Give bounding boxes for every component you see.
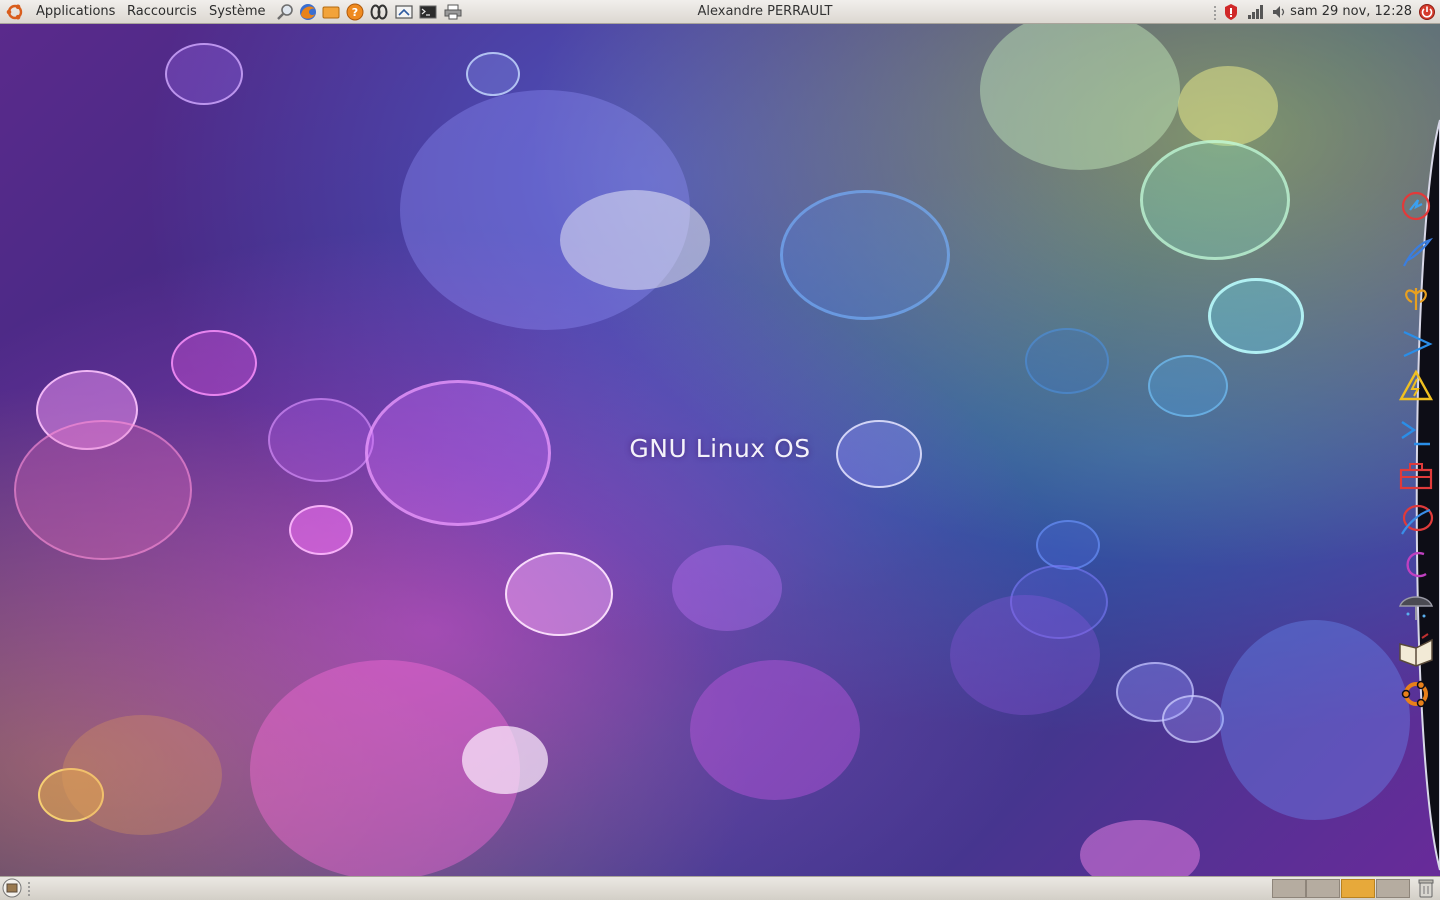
bokeh-circle: [1162, 695, 1224, 743]
terminal-icon[interactable]: [419, 3, 437, 21]
menu-systeme[interactable]: Système: [209, 3, 265, 21]
mail-reader-icon[interactable]: [395, 3, 413, 21]
bokeh-circle: [62, 715, 222, 835]
butterfly-icon[interactable]: [1398, 280, 1434, 316]
bokeh-circle: [560, 190, 710, 290]
user-name: Alexandre PERRAULT: [697, 4, 833, 19]
panel-handle[interactable]: [26, 880, 32, 898]
workspace-4[interactable]: [1376, 879, 1410, 898]
book-icon[interactable]: [1398, 632, 1434, 668]
desktop-caption: GNU Linux OS: [629, 434, 811, 463]
clock[interactable]: sam 29 nov, 12:28: [1290, 3, 1412, 21]
trash-icon[interactable]: [1417, 878, 1435, 898]
menu-applications[interactable]: Applications: [36, 3, 115, 21]
bokeh-circle: [780, 190, 950, 320]
ubuntu-logo-icon[interactable]: [5, 3, 25, 21]
power-button-icon[interactable]: [1418, 3, 1436, 21]
network-icon[interactable]: [1398, 502, 1434, 538]
bokeh-circle: [1178, 66, 1278, 146]
bokeh-circle: [672, 545, 782, 631]
top-panel: Applications Raccourcis Système ? Alexan…: [0, 0, 1440, 24]
show-desktop-icon[interactable]: [2, 878, 22, 898]
bokeh-circle: [690, 660, 860, 800]
play-icon[interactable]: [1398, 326, 1434, 362]
ubuntu-icon[interactable]: [1398, 676, 1434, 712]
desktop-background[interactable]: GNU Linux OS: [0, 0, 1440, 900]
mail-icon[interactable]: [322, 3, 340, 21]
terminal-prompt-icon[interactable]: [1398, 414, 1434, 450]
umbrella-icon[interactable]: [1398, 588, 1434, 624]
workspace-1[interactable]: [1272, 879, 1306, 898]
bokeh-circle: [950, 595, 1100, 715]
bokeh-circle: [1208, 278, 1304, 354]
bokeh-circle: [1148, 355, 1228, 417]
workspace-2[interactable]: [1306, 879, 1340, 898]
bokeh-circle: [268, 398, 374, 482]
bokeh-circle: [1140, 140, 1290, 260]
infinity-app-icon[interactable]: [370, 3, 388, 21]
printer-icon[interactable]: [444, 3, 462, 21]
bottom-panel: [0, 876, 1440, 900]
feather-icon[interactable]: [1398, 234, 1434, 270]
bokeh-circle: [289, 505, 353, 555]
bokeh-circle: [165, 43, 243, 105]
bokeh-circle: [1036, 520, 1100, 570]
panel-handle[interactable]: [1212, 4, 1218, 20]
firefox-icon[interactable]: [299, 3, 317, 21]
bokeh-circle: [980, 10, 1180, 170]
workspace-3[interactable]: [1341, 879, 1375, 898]
network-signal-icon[interactable]: [1247, 4, 1265, 20]
svg-text:?: ?: [352, 6, 358, 19]
bokeh-circle: [365, 380, 551, 526]
bokeh-circle: [1025, 328, 1109, 394]
bokeh-circle: [462, 726, 548, 794]
search-tool-icon[interactable]: [276, 3, 294, 21]
warning-icon[interactable]: [1398, 368, 1434, 404]
volume-icon[interactable]: [1271, 4, 1287, 20]
dock-background: [1415, 119, 1440, 871]
toolbox-icon[interactable]: [1398, 458, 1434, 494]
menu-raccourcis[interactable]: Raccourcis: [127, 3, 197, 21]
power-icon[interactable]: [1398, 188, 1434, 224]
chat-icon[interactable]: [1398, 546, 1434, 582]
bokeh-circle: [171, 330, 257, 396]
bokeh-circle: [505, 552, 613, 636]
alert-icon[interactable]: [1223, 3, 1239, 21]
bokeh-circle: [14, 420, 192, 560]
bokeh-circle: [466, 52, 520, 96]
help-icon[interactable]: ?: [346, 3, 364, 21]
dock: [1380, 110, 1440, 880]
